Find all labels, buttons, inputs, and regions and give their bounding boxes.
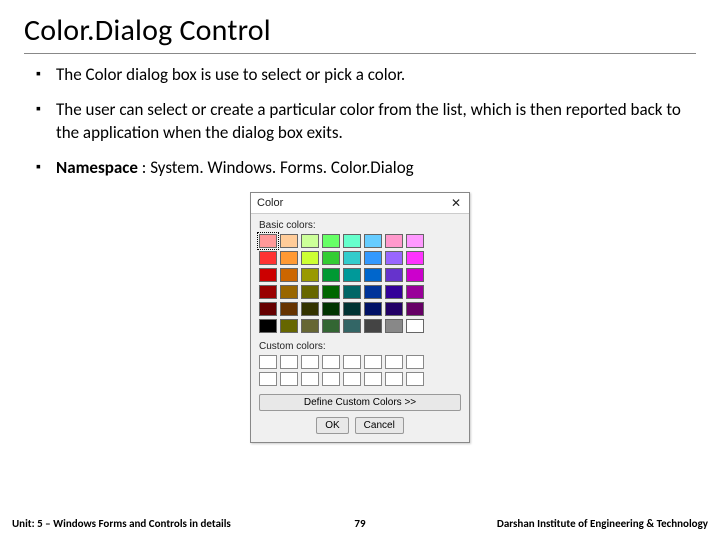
color-swatch[interactable] xyxy=(364,268,382,282)
color-swatch[interactable] xyxy=(301,319,319,333)
custom-color-slot[interactable] xyxy=(343,355,361,369)
color-swatch[interactable] xyxy=(301,251,319,265)
dialog-titlebar: Color ✕ xyxy=(251,193,469,214)
color-swatch[interactable] xyxy=(322,234,340,248)
color-swatch[interactable] xyxy=(322,319,340,333)
footer-left: Unit: 5 – Windows Forms and Controls in … xyxy=(12,517,231,530)
custom-color-slot[interactable] xyxy=(343,372,361,386)
bullet-item: The Color dialog box is use to select or… xyxy=(36,64,696,87)
basic-colors-grid xyxy=(259,234,461,333)
color-swatch[interactable] xyxy=(385,251,403,265)
dialog-title: Color xyxy=(257,197,283,209)
color-dialog: Color ✕ Basic colors: Custom colors: Def… xyxy=(250,192,470,443)
color-swatch[interactable] xyxy=(280,268,298,282)
color-swatch[interactable] xyxy=(280,251,298,265)
color-swatch[interactable] xyxy=(322,285,340,299)
custom-color-slot[interactable] xyxy=(364,372,382,386)
color-swatch[interactable] xyxy=(343,302,361,316)
custom-color-slot[interactable] xyxy=(301,372,319,386)
color-swatch[interactable] xyxy=(406,302,424,316)
custom-color-slot[interactable] xyxy=(364,355,382,369)
slide-title: Color.Dialog Control xyxy=(24,12,696,54)
bullet-item: Namespace : System. Windows. Forms. Colo… xyxy=(36,157,696,180)
ok-button[interactable]: OK xyxy=(316,417,348,434)
color-swatch[interactable] xyxy=(322,268,340,282)
slide-footer: Unit: 5 – Windows Forms and Controls in … xyxy=(0,517,720,530)
custom-color-slot[interactable] xyxy=(280,355,298,369)
color-swatch[interactable] xyxy=(301,268,319,282)
color-swatch[interactable] xyxy=(385,319,403,333)
color-swatch[interactable] xyxy=(385,234,403,248)
color-swatch[interactable] xyxy=(280,319,298,333)
custom-color-slot[interactable] xyxy=(280,372,298,386)
color-swatch[interactable] xyxy=(301,285,319,299)
color-swatch[interactable] xyxy=(406,268,424,282)
color-swatch[interactable] xyxy=(343,268,361,282)
custom-color-slot[interactable] xyxy=(406,355,424,369)
bullet-item: The user can select or create a particul… xyxy=(36,99,696,145)
custom-colors-grid xyxy=(259,355,461,386)
custom-color-slot[interactable] xyxy=(301,355,319,369)
color-swatch[interactable] xyxy=(343,234,361,248)
color-swatch[interactable] xyxy=(343,251,361,265)
basic-colors-label: Basic colors: xyxy=(259,220,461,231)
custom-color-slot[interactable] xyxy=(385,355,403,369)
custom-colors-label: Custom colors: xyxy=(259,341,461,352)
color-swatch[interactable] xyxy=(259,234,277,248)
color-swatch[interactable] xyxy=(259,302,277,316)
color-swatch[interactable] xyxy=(343,285,361,299)
color-swatch[interactable] xyxy=(364,234,382,248)
color-swatch[interactable] xyxy=(301,234,319,248)
color-swatch[interactable] xyxy=(259,268,277,282)
page-number: 79 xyxy=(354,517,365,530)
close-icon[interactable]: ✕ xyxy=(449,196,463,210)
color-swatch[interactable] xyxy=(385,268,403,282)
color-swatch[interactable] xyxy=(322,251,340,265)
cancel-button[interactable]: Cancel xyxy=(355,417,404,434)
custom-color-slot[interactable] xyxy=(259,355,277,369)
custom-color-slot[interactable] xyxy=(322,355,340,369)
namespace-value: : System. Windows. Forms. Color.Dialog xyxy=(142,157,414,178)
color-swatch[interactable] xyxy=(343,319,361,333)
define-custom-button[interactable]: Define Custom Colors >> xyxy=(259,394,461,411)
namespace-label: Namespace xyxy=(56,157,138,178)
color-swatch[interactable] xyxy=(406,234,424,248)
footer-right: Darshan Institute of Engineering & Techn… xyxy=(497,517,708,530)
color-swatch[interactable] xyxy=(385,302,403,316)
color-swatch[interactable] xyxy=(259,319,277,333)
custom-color-slot[interactable] xyxy=(259,372,277,386)
color-swatch[interactable] xyxy=(364,302,382,316)
color-swatch[interactable] xyxy=(406,319,424,333)
color-swatch[interactable] xyxy=(280,302,298,316)
color-swatch[interactable] xyxy=(259,251,277,265)
color-swatch[interactable] xyxy=(364,319,382,333)
color-swatch[interactable] xyxy=(280,285,298,299)
color-swatch[interactable] xyxy=(364,251,382,265)
color-swatch[interactable] xyxy=(259,285,277,299)
color-swatch[interactable] xyxy=(364,285,382,299)
custom-color-slot[interactable] xyxy=(406,372,424,386)
custom-color-slot[interactable] xyxy=(385,372,403,386)
color-swatch[interactable] xyxy=(406,285,424,299)
color-swatch[interactable] xyxy=(385,285,403,299)
color-swatch[interactable] xyxy=(280,234,298,248)
color-swatch[interactable] xyxy=(301,302,319,316)
color-swatch[interactable] xyxy=(406,251,424,265)
custom-color-slot[interactable] xyxy=(322,372,340,386)
bullet-list: The Color dialog box is use to select or… xyxy=(24,64,696,180)
color-swatch[interactable] xyxy=(322,302,340,316)
